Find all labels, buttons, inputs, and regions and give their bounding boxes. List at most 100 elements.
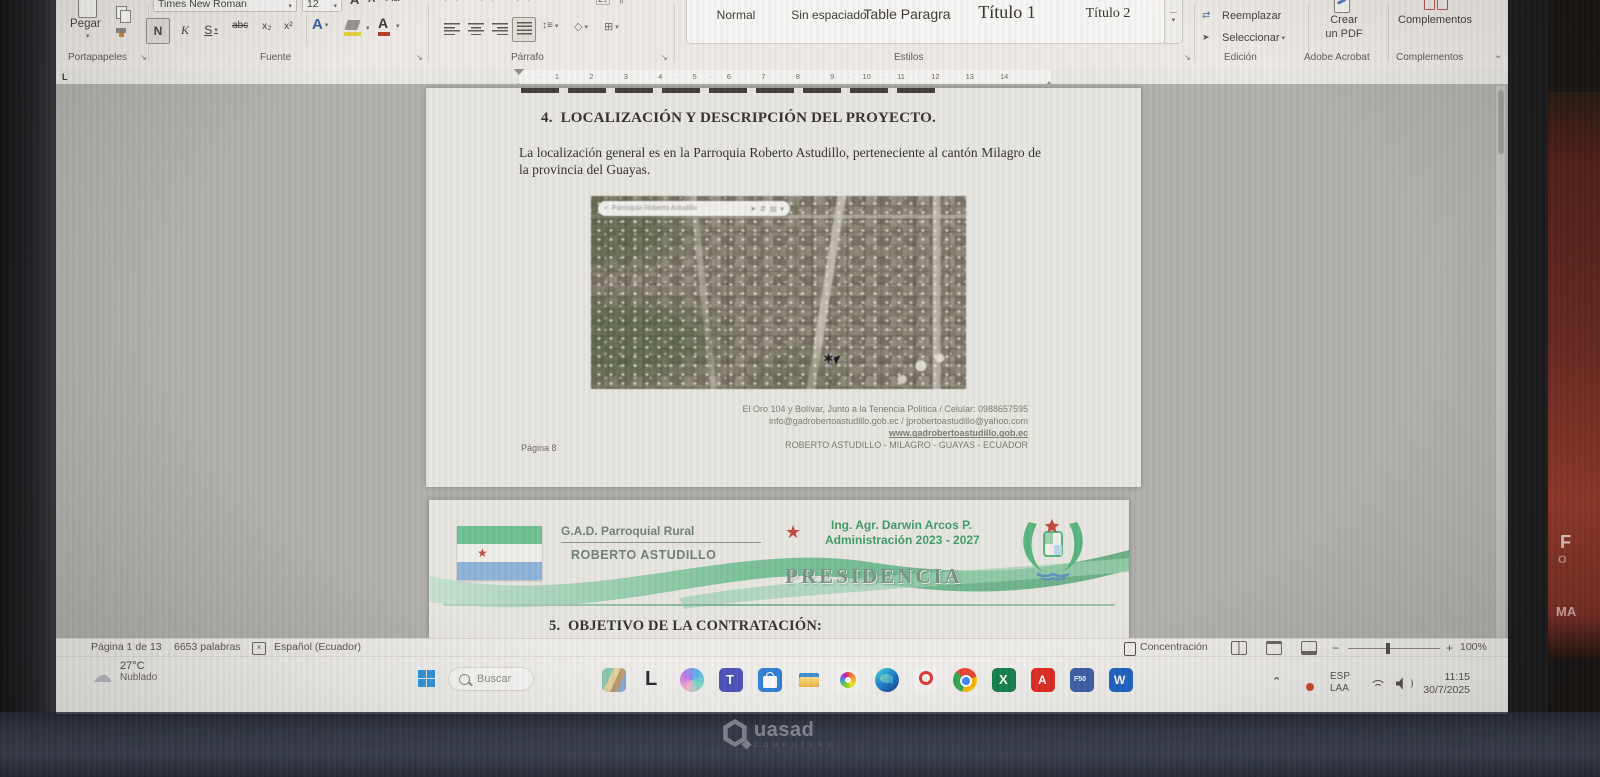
borders-button[interactable]: ⊞▾ <box>604 20 619 33</box>
justify-button[interactable] <box>512 17 536 42</box>
font-dialog-launcher[interactable]: ↘ <box>416 53 423 62</box>
font-size-combo[interactable]: 12▾ <box>302 0 342 12</box>
tray-language-indicator[interactable]: ESP LAA <box>1330 671 1350 695</box>
strikethrough-button[interactable]: abc <box>232 20 248 31</box>
group-separator <box>674 4 675 62</box>
tray-clock[interactable]: 11:15 30/7/2025 <box>1388 671 1470 696</box>
strike-label: abc <box>232 20 248 31</box>
replace-button[interactable]: Reemplazar <box>1222 10 1281 22</box>
taskbar-icon-copilot[interactable] <box>680 668 704 692</box>
taskbar-icon-microsoft-store[interactable] <box>758 668 782 692</box>
taskbar-icon-teams[interactable] <box>719 668 743 692</box>
numbering-button[interactable]: ⁝≡▾ <box>480 0 495 4</box>
select-button[interactable]: Seleccionar▾ <box>1222 32 1285 44</box>
taskbar-icon-acrobat[interactable] <box>1031 668 1055 692</box>
grow-font-button[interactable]: A <box>350 0 359 7</box>
web-layout-view-icon[interactable] <box>1301 641 1317 655</box>
taskbar-icon-edge[interactable] <box>875 668 899 692</box>
taskbar-icon-file-explorer[interactable] <box>797 668 821 692</box>
style-titulo-2[interactable]: Título 2 <box>1056 6 1160 22</box>
taskbar-icon-gallery[interactable] <box>602 668 626 692</box>
create-pdf-button[interactable]: Crear un PDF <box>1314 14 1374 42</box>
italic-label: K <box>181 23 189 38</box>
pilcrow-button[interactable]: ¶ <box>618 0 624 5</box>
underline-button[interactable]: S▾ <box>198 18 224 42</box>
highlight-button[interactable] <box>344 20 360 30</box>
superscript-button[interactable]: x² <box>284 20 293 32</box>
taskbar-icon-excel[interactable] <box>992 668 1016 692</box>
font-color-chevron[interactable]: ▾ <box>396 22 400 30</box>
font-color-button[interactable]: A <box>378 15 388 31</box>
italic-button[interactable]: K <box>176 18 194 42</box>
multilevel-list-button[interactable]: ⁝≡▾ <box>516 0 531 4</box>
vertical-scrollbar[interactable] <box>1496 86 1505 638</box>
hex-q-tail <box>742 740 752 750</box>
zoom-slider-handle[interactable] <box>1386 643 1390 654</box>
ruler-tick: · <box>641 72 644 81</box>
status-language[interactable]: Español (Ecuador) <box>274 641 361 653</box>
sort-button[interactable]: 2↓ <box>596 0 610 5</box>
styles-dialog-launcher[interactable]: ↘ <box>1184 53 1191 62</box>
start-button[interactable] <box>418 670 435 687</box>
paragraph-dialog-launcher[interactable]: ↘ <box>661 53 668 62</box>
print-layout-view-icon[interactable] <box>1266 641 1282 655</box>
style-table-paragraph[interactable]: Table Paragra <box>844 6 970 22</box>
ruler-tick: · <box>882 72 885 81</box>
satellite-map-image[interactable]: ⌕ Parroquia Roberto Astudillo ➤ ⇵ ▤ ▾ ✱◤ <box>591 196 966 389</box>
addins-button[interactable]: Complementos <box>1394 14 1476 26</box>
ruler-number: 6 <box>724 72 734 81</box>
paste-dropdown-chevron[interactable]: ▾ <box>86 32 90 40</box>
replace-icon: ⇄ <box>1202 10 1210 21</box>
tab-selector[interactable]: L <box>62 72 68 82</box>
taskbar-icon-f50-app[interactable] <box>1070 668 1094 692</box>
font-name-combo[interactable]: Times New Roman▾ <box>153 0 297 12</box>
shading-button[interactable]: ◇▾ <box>574 20 588 33</box>
decrease-indent-button[interactable]: ⇤ <box>556 0 564 4</box>
taskbar-icon-word[interactable] <box>1109 668 1133 692</box>
change-case-button[interactable]: Aa▾ <box>386 0 405 4</box>
styles-gallery-scroll[interactable]: — ▾ <box>1164 0 1183 44</box>
scrollbar-thumb[interactable] <box>1498 90 1504 154</box>
tray-red-dot-icon[interactable] <box>1306 683 1314 691</box>
align-left-button[interactable] <box>444 22 460 35</box>
background-box-text: F <box>1560 532 1571 553</box>
taskbar-icon-l-app[interactable] <box>641 668 665 692</box>
zoom-out-button[interactable]: − <box>1332 641 1339 655</box>
taskbar-icon-opera[interactable] <box>914 668 938 692</box>
line-spacing-button[interactable]: ↕≡▾ <box>542 20 558 31</box>
tray-hidden-icons-chevron[interactable]: ⌃ <box>1272 675 1281 688</box>
taskbar-search-box[interactable]: Buscar <box>448 667 534 691</box>
zoom-slider-track[interactable] <box>1348 648 1440 649</box>
status-page-indicator[interactable]: Página 1 de 13 <box>91 641 162 653</box>
collapse-ribbon-chevron[interactable]: ⌄ <box>1494 50 1502 61</box>
text-effects-button[interactable]: A▾ <box>312 16 328 33</box>
weather-description: Nublado <box>120 672 157 683</box>
shrink-font-button[interactable]: A <box>368 0 375 5</box>
weather-widget[interactable]: 27°C Nublado <box>120 660 157 683</box>
taskbar-icon-photos[interactable] <box>836 668 860 692</box>
map-directions-icon: ➤ <box>750 205 756 213</box>
bold-button[interactable]: N <box>146 18 170 44</box>
highlight-chevron[interactable]: ▾ <box>366 24 370 32</box>
bullets-button[interactable]: ⁝≡▾ <box>444 0 459 4</box>
status-word-count[interactable]: 6653 palabras <box>174 641 241 653</box>
align-right-button[interactable] <box>492 22 508 35</box>
style-titulo-1[interactable]: Título 1 <box>954 2 1060 23</box>
subscript-button[interactable]: x₂ <box>262 20 271 32</box>
align-center-button[interactable] <box>468 22 484 35</box>
parish-crest <box>1017 516 1089 582</box>
page-number-label: Página 8 <box>521 443 557 453</box>
admin-line1: Ing. Agr. Darwin Arcos P. <box>831 518 972 533</box>
zoom-in-button[interactable]: + <box>1446 641 1453 655</box>
clipboard-dialog-launcher[interactable]: ↘ <box>140 53 147 62</box>
paste-button[interactable]: Pegar <box>70 18 101 30</box>
ruler-tick: · <box>779 72 782 81</box>
read-mode-view-icon[interactable] <box>1231 641 1247 655</box>
proofing-errors-icon[interactable]: × <box>252 642 266 655</box>
focus-mode-button[interactable]: Concentración <box>1140 641 1208 653</box>
taskbar-icon-chrome[interactable] <box>953 668 977 692</box>
zoom-percentage[interactable]: 100% <box>1460 641 1487 653</box>
ruler-number: 12 <box>930 72 940 81</box>
weather-cloud-icon[interactable]: ☁ <box>92 663 112 688</box>
increase-indent-button[interactable]: ⇥ <box>574 0 582 4</box>
